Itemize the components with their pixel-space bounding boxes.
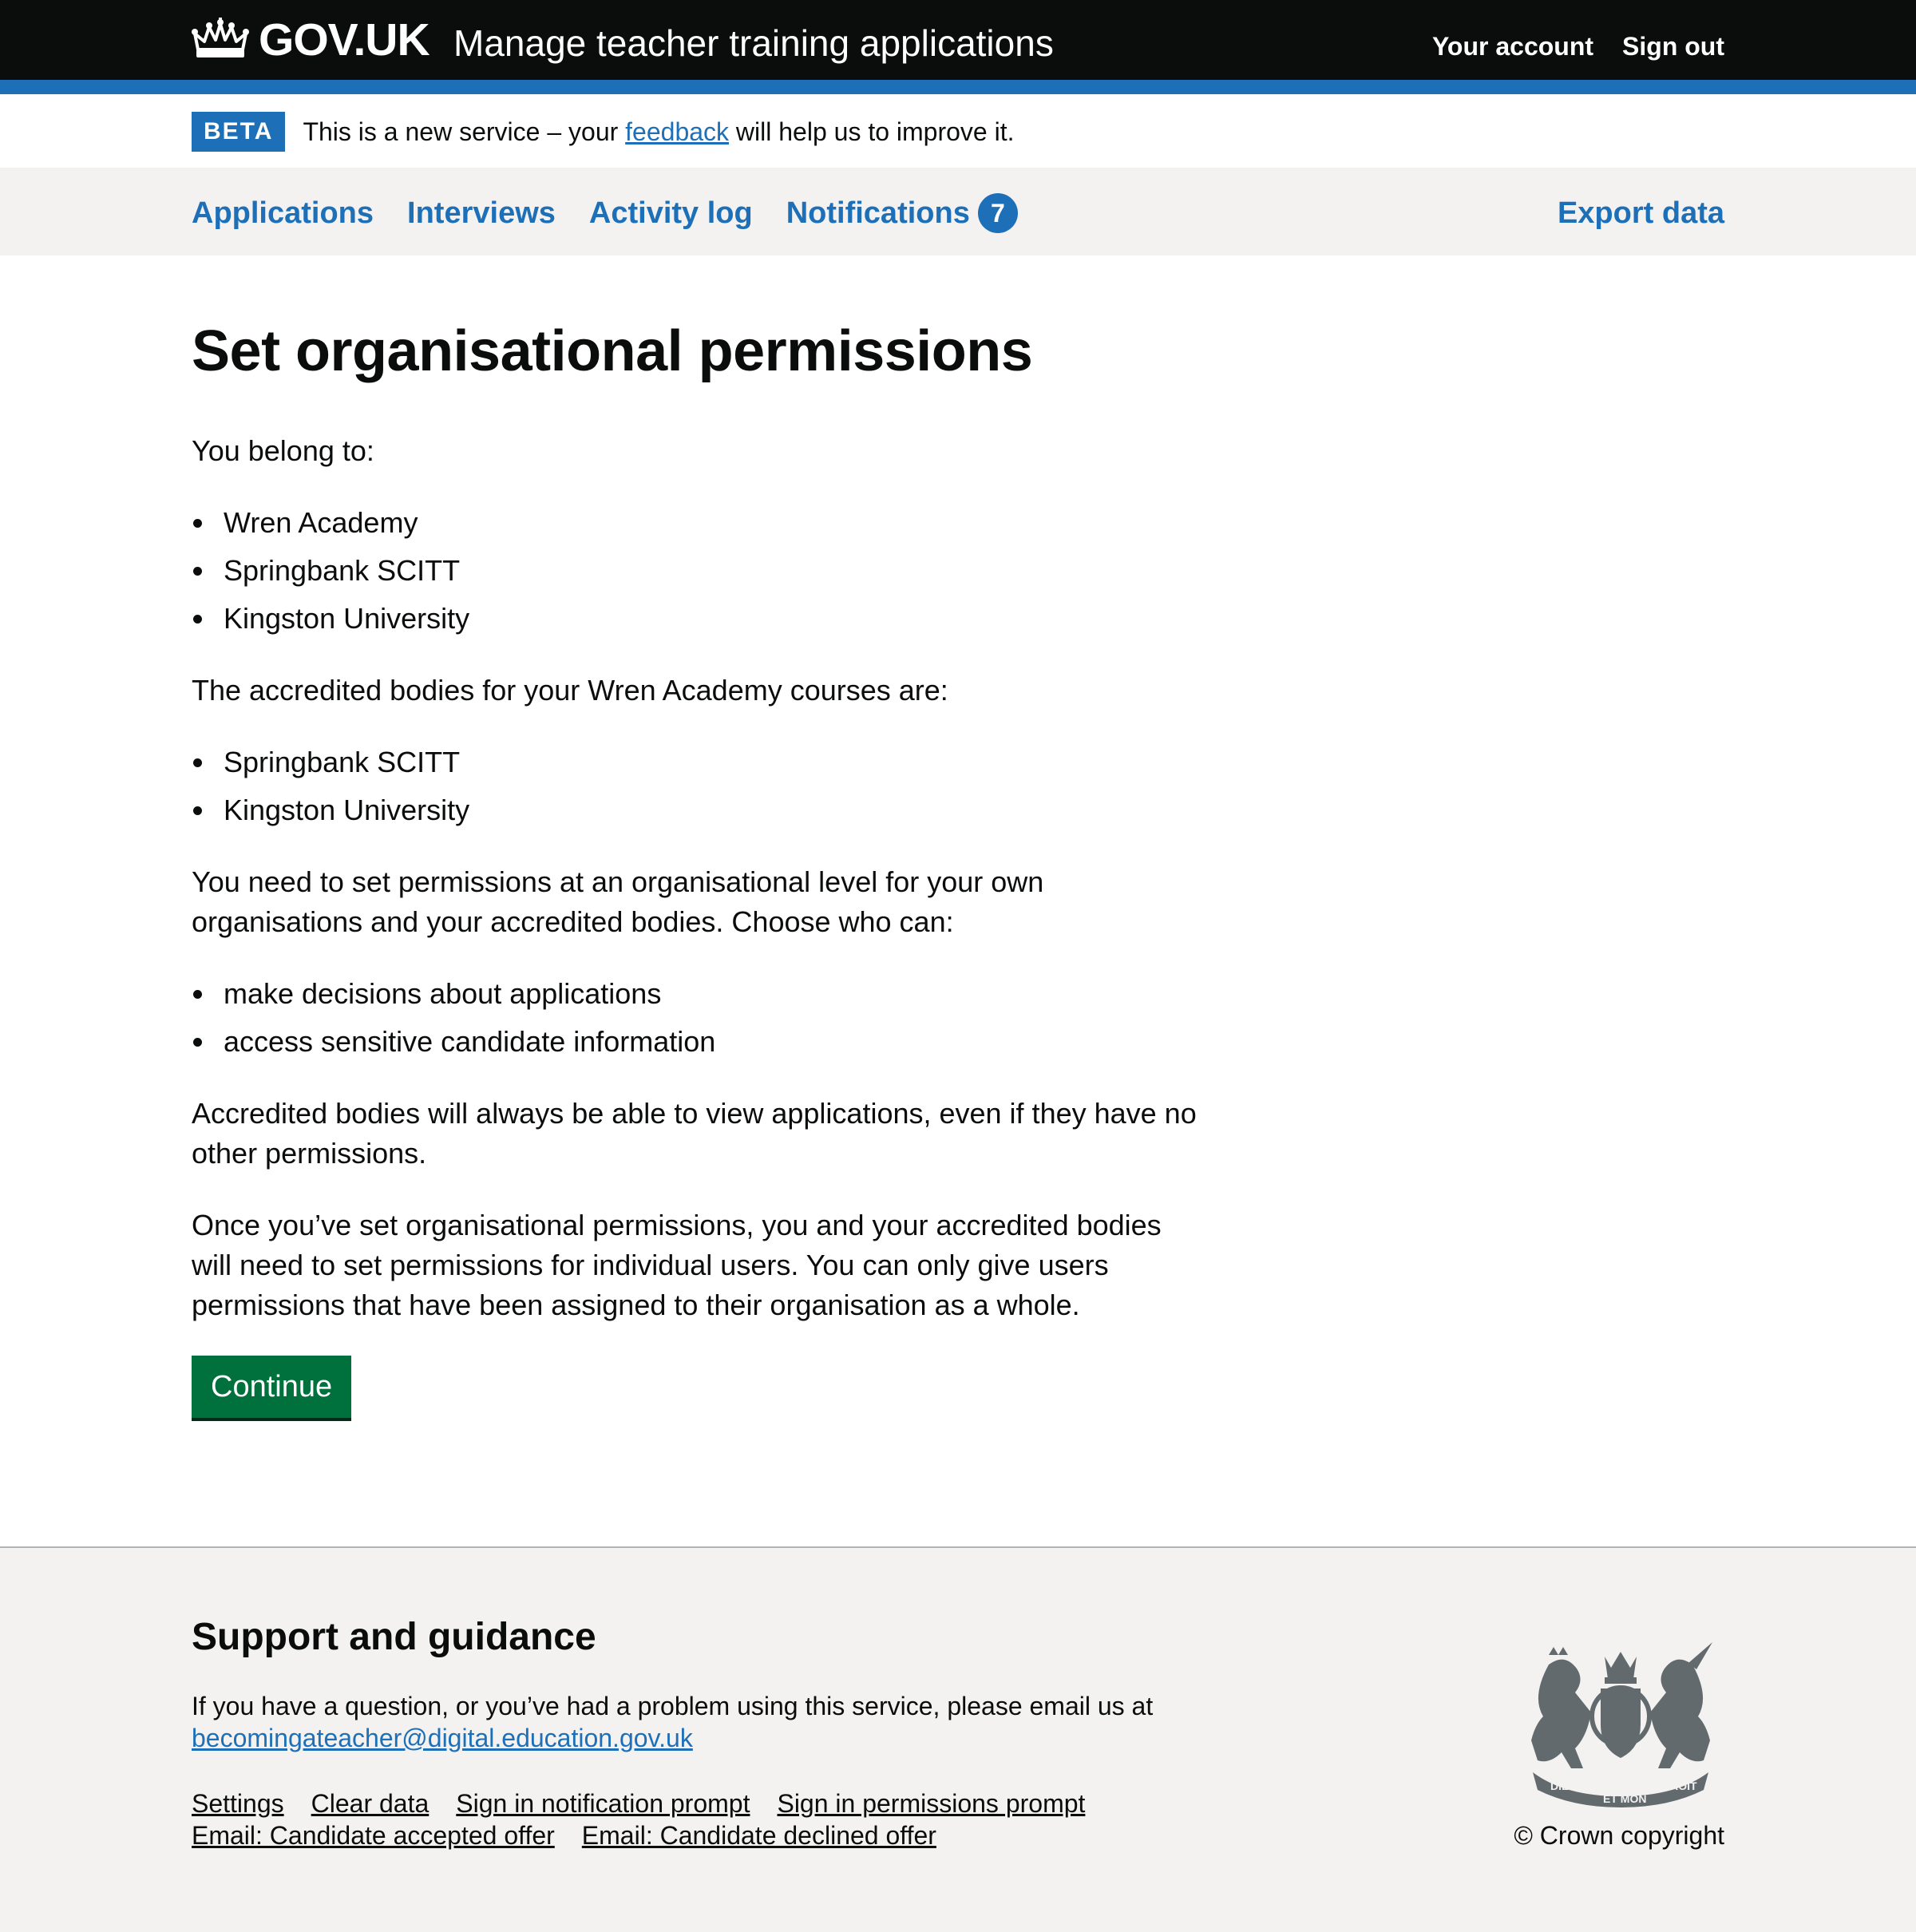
footer-link-sign-in-notification-prompt[interactable]: Sign in notification prompt [456, 1789, 750, 1818]
crown-copyright-link[interactable]: © Crown copyright [1514, 1819, 1724, 1851]
belong-intro: You belong to: [192, 434, 374, 467]
service-name[interactable]: Manage teacher training applications [453, 19, 1054, 67]
sign-out-link[interactable]: Sign out [1622, 29, 1724, 64]
header-links: Your account Sign out [1432, 29, 1724, 64]
primary-navigation: Applications Interviews Activity log Not… [0, 168, 1916, 255]
logo-text: GOV.UK [259, 14, 430, 65]
footer-link-email-accepted-offer[interactable]: Email: Candidate accepted offer [192, 1821, 555, 1850]
accredited-bodies-list: Springbank SCITT Kingston University [192, 742, 1198, 830]
footer-link-clear-data[interactable]: Clear data [311, 1789, 430, 1818]
site-header: GOV.UK Manage teacher training applicati… [0, 0, 1916, 80]
main-content: Set organisational permissions You belon… [192, 319, 1198, 1418]
list-item: Springbank SCITT [192, 742, 1198, 782]
phase-banner-text-before: This is a new service – your [303, 117, 626, 146]
phase-banner-text: This is a new service – your feedback wi… [303, 112, 1014, 152]
footer-link-sign-in-permissions-prompt[interactable]: Sign in permissions prompt [777, 1789, 1085, 1818]
beta-tag: BETA [192, 112, 286, 152]
notifications-count-badge: 7 [977, 193, 1018, 233]
continue-button[interactable]: Continue [192, 1356, 352, 1418]
list-item: Kingston University [192, 599, 1198, 639]
footer-help-sentence: If you have a question, or you’ve had a … [192, 1692, 1154, 1720]
nav-item-interviews[interactable]: Interviews [407, 193, 556, 233]
feedback-link[interactable]: feedback [625, 117, 729, 146]
svg-text:DIEU: DIEU [1550, 1780, 1577, 1792]
footer-links: Settings Clear data Sign in notification p… [192, 1787, 1229, 1851]
list-item: Wren Academy [192, 503, 1198, 543]
royal-coat-of-arms-icon: DIEU ET MON DROIT [1531, 1642, 1712, 1807]
list-item: Springbank SCITT [192, 551, 1198, 591]
svg-text:DROIT: DROIT [1662, 1780, 1697, 1792]
your-account-link[interactable]: Your account [1432, 29, 1593, 64]
header-accent-bar [0, 80, 1916, 94]
nav-item-notifications-label: Notifications [786, 196, 970, 230]
site-footer: Support and guidance If you have a quest… [0, 1546, 1916, 1932]
phase-banner: BETA This is a new service – your feedba… [192, 112, 1015, 152]
nav-item-activity-log[interactable]: Activity log [589, 193, 753, 233]
export-data-link[interactable]: Export data [1558, 193, 1724, 233]
list-item: access sensitive candidate information [192, 1022, 1198, 1062]
nav-item-applications[interactable]: Applications [192, 193, 374, 233]
page-title: Set organisational permissions [192, 319, 1033, 383]
footer-link-settings[interactable]: Settings [192, 1789, 284, 1818]
crown-icon [192, 18, 249, 57]
view-note: Accredited bodies will always be able to… [192, 1097, 1197, 1170]
footer-link-email-declined-offer[interactable]: Email: Candidate declined offer [582, 1821, 936, 1850]
list-item: Kingston University [192, 790, 1198, 830]
individual-users-note: Once you’ve set organisational permissio… [192, 1209, 1162, 1321]
organisations-list: Wren Academy Springbank SCITT Kingston U… [192, 503, 1198, 639]
govuk-logo-link[interactable]: GOV.UK [192, 11, 430, 69]
nav-item-notifications[interactable]: Notifications 7 [786, 193, 1018, 233]
permissions-intro: You need to set permissions at an organi… [192, 865, 1044, 938]
support-email-link[interactable]: becomingateacher@digital.education.gov.u… [192, 1724, 693, 1752]
list-item: make decisions about applications [192, 974, 1198, 1014]
svg-text:ET MON: ET MON [1603, 1792, 1646, 1805]
phase-banner-text-after: will help us to improve it. [729, 117, 1015, 146]
footer-heading: Support and guidance [192, 1616, 596, 1658]
accredited-intro: The accredited bodies for your Wren Acad… [192, 674, 948, 707]
footer-help-text: If you have a question, or you’ve had a … [192, 1690, 1229, 1754]
permissions-list: make decisions about applications access… [192, 974, 1198, 1062]
